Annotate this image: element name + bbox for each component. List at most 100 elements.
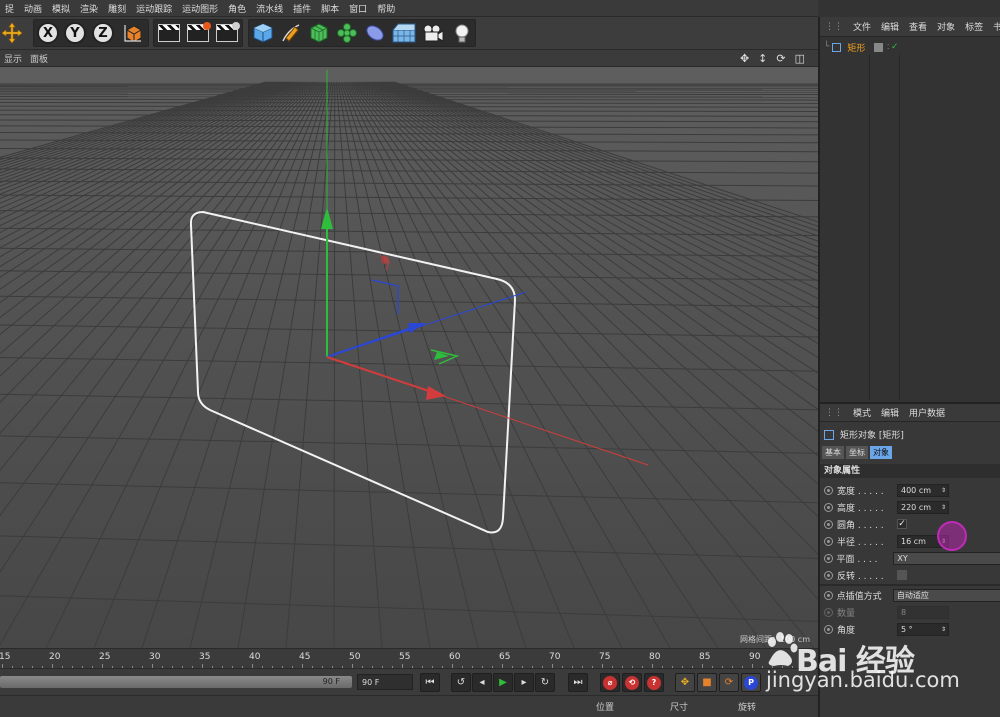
am-menu-edit[interactable]: 编辑 (876, 406, 904, 419)
coordinate-system-icon[interactable] (120, 20, 146, 46)
next-key-button[interactable]: ↻ (535, 673, 555, 692)
plane-select[interactable]: XY (893, 551, 1000, 565)
ruler-tick-label: 75 (599, 652, 611, 662)
cube-object-icon[interactable] (250, 20, 276, 46)
om-menu-tags[interactable]: 标签 (960, 20, 988, 33)
am-menu-userdata[interactable]: 用户数据 (904, 406, 950, 419)
play-button[interactable]: ▶ (493, 673, 513, 692)
move-view-icon[interactable]: ✥ (736, 52, 754, 65)
rotate-view-icon[interactable]: ⟳ (772, 52, 790, 65)
key-position-button[interactable]: ✥ (675, 673, 695, 692)
key-param-button[interactable]: P (741, 673, 761, 692)
menu-render[interactable]: 渲染 (75, 2, 103, 15)
layer-icon[interactable] (874, 42, 883, 52)
menu-simulate[interactable]: 模拟 (47, 2, 75, 15)
menu-pipeline[interactable]: 流水线 (251, 2, 288, 15)
menu-script[interactable]: 脚本 (316, 2, 344, 15)
menu-mograph[interactable]: 运动图形 (177, 2, 223, 15)
toolbar: X Y Z (0, 17, 818, 50)
tab-coord[interactable]: 坐标 (846, 446, 868, 459)
menu-sculpt[interactable]: 雕刻 (103, 2, 131, 15)
menu-help[interactable]: 帮助 (372, 2, 400, 15)
floor-icon[interactable] (390, 20, 418, 46)
width-field[interactable]: 400 cm ⇕ (897, 483, 949, 497)
render-settings-icon[interactable] (213, 20, 241, 46)
rounding-checkbox[interactable]: ✓ (897, 519, 907, 529)
anim-dot-icon[interactable] (824, 485, 833, 495)
height-field[interactable]: 220 cm ⇕ (897, 500, 949, 514)
timeline-ruler[interactable]: 15 20 25 30 35 40 45 50 55 60 65 70 75 80 85 90 (0, 648, 818, 669)
menu-animate[interactable]: 动画 (19, 2, 47, 15)
menu-motion-tracking[interactable]: 运动跟踪 (131, 2, 177, 15)
om-menu-object[interactable]: 对象 (932, 20, 960, 33)
anim-dot-icon[interactable] (824, 502, 833, 512)
zoom-view-icon[interactable]: ↕ (754, 52, 772, 65)
camera-icon[interactable] (420, 20, 446, 46)
reverse-checkbox[interactable] (897, 570, 907, 580)
anim-dot-icon[interactable] (824, 624, 833, 634)
om-menu-bookmarks[interactable]: 书签 (988, 20, 1000, 33)
deformer-icon[interactable] (362, 20, 388, 46)
rounding-row: 圆角 . . . . . ✓ (820, 516, 1000, 532)
x-axis-lock-icon[interactable]: X (36, 20, 60, 46)
ruler-tick-label: 60 (449, 652, 461, 662)
menu-plugins[interactable]: 插件 (288, 2, 316, 15)
angle-field[interactable]: 5 ° ⇕ (897, 622, 949, 636)
menu-snap[interactable]: 捉 (0, 2, 19, 15)
ruler-tick-label: 70 (549, 652, 561, 662)
render-view-icon[interactable] (155, 20, 183, 46)
toggle-view-icon[interactable]: ◫ (791, 52, 810, 65)
ruler-tick-label: 90 (749, 652, 761, 662)
previous-key-button[interactable]: ↺ (451, 673, 471, 692)
tab-basic[interactable]: 基本 (822, 446, 844, 459)
height-row: 高度 . . . . . 220 cm ⇕ (820, 499, 1000, 515)
go-to-start-button[interactable]: ⏮ (420, 673, 440, 692)
object-name[interactable]: 矩形 (847, 41, 865, 54)
render-picture-viewer-icon[interactable] (184, 20, 212, 46)
om-menu-edit[interactable]: 编辑 (876, 20, 904, 33)
menu-character[interactable]: 角色 (223, 2, 251, 15)
om-menu-view[interactable]: 查看 (904, 20, 932, 33)
key-scale-button[interactable]: ■ (697, 673, 717, 692)
enabled-check-icon[interactable]: ✓ (891, 42, 899, 52)
end-frame-field[interactable]: 90 F (357, 674, 413, 690)
viewport-menu-panel[interactable]: 面板 (26, 52, 52, 65)
width-value: 400 cm (901, 485, 932, 495)
width-row: 宽度 . . . . . 400 cm ⇕ (820, 482, 1000, 498)
key-rotation-button[interactable]: ⟳ (719, 673, 739, 692)
key-help-button[interactable]: ? (644, 673, 664, 692)
ruler-tick-label: 50 (349, 652, 361, 662)
am-menu-mode[interactable]: 模式 (848, 406, 876, 419)
next-frame-button[interactable]: ▸ (514, 673, 534, 692)
object-row-rectangle[interactable]: └ 矩形 ⁚ ✓ (820, 39, 1000, 55)
move-tool-icon[interactable] (0, 20, 24, 46)
count-label: 数量 (837, 608, 856, 619)
auto-key-button[interactable]: ⟲ (622, 673, 642, 692)
visibility-dots-icon[interactable]: ⁚ (887, 43, 889, 51)
reverse-row: 反转 . . . . . (820, 567, 1000, 583)
3d-viewport[interactable]: 网格间距：100 cm (0, 67, 818, 648)
anim-dot-icon[interactable] (824, 590, 833, 600)
pen-tool-icon[interactable] (278, 20, 304, 46)
anim-dot-icon[interactable] (824, 536, 833, 546)
go-to-end-button[interactable]: ⏭ (568, 673, 588, 692)
frame-range-slider[interactable]: 90 F (0, 676, 352, 688)
y-axis-lock-icon[interactable]: Y (63, 20, 87, 46)
z-axis-lock-icon[interactable]: Z (91, 20, 115, 46)
cloner-icon[interactable] (334, 20, 360, 46)
record-button[interactable]: ⌀ (600, 673, 620, 692)
tab-object[interactable]: 对象 (870, 446, 892, 459)
anim-dot-icon[interactable] (824, 570, 833, 580)
count-row: 数量 8 (820, 604, 1000, 620)
radius-value: 16 cm (901, 536, 926, 546)
anim-dot-icon[interactable] (824, 553, 833, 563)
viewport-menu-display[interactable]: 显示 (0, 52, 26, 65)
anim-dot-icon[interactable] (824, 519, 833, 529)
previous-frame-button[interactable]: ◂ (472, 673, 492, 692)
viewport-nav-icons: ✥ ↕ ⟳ ◫ (736, 52, 810, 65)
subdivision-surface-icon[interactable] (306, 20, 332, 46)
om-menu-file[interactable]: 文件 (848, 20, 876, 33)
menu-window[interactable]: 窗口 (344, 2, 372, 15)
light-icon[interactable] (450, 20, 474, 46)
interpolation-select[interactable]: 自动适应 (892, 588, 1000, 602)
